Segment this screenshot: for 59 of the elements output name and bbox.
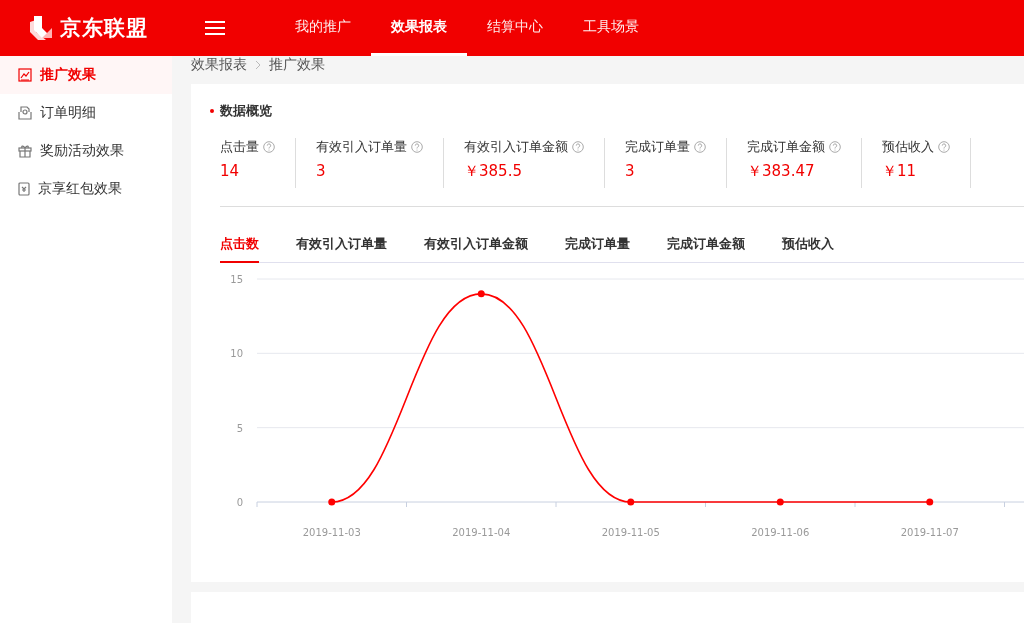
axis-label: 2019-11-04	[452, 527, 511, 538]
help-icon[interactable]	[829, 141, 841, 153]
logo-icon	[28, 14, 54, 42]
help-icon[interactable]	[938, 141, 950, 153]
document-icon	[18, 106, 32, 120]
breadcrumb-item[interactable]: 效果报表	[191, 56, 247, 74]
metric-value: ￥11	[882, 162, 918, 181]
axis-label: 2019-11-03	[302, 527, 361, 538]
nav-tab[interactable]: 工具场景	[563, 0, 659, 56]
help-icon[interactable]	[411, 141, 423, 153]
metric-value: ￥383.47	[747, 162, 816, 181]
axis-label: 0	[236, 497, 243, 508]
metric-label: 完成订单金额	[747, 138, 825, 156]
brand-name: 京东联盟	[60, 15, 148, 42]
bullet-icon	[210, 109, 214, 113]
metric-label: 点击量	[220, 138, 259, 156]
data-point	[477, 290, 485, 298]
chart-tab[interactable]: 点击数	[220, 235, 259, 263]
nav-tab[interactable]: 效果报表	[371, 0, 467, 56]
breadcrumb-item: 推广效果	[269, 56, 325, 74]
metric-label: 有效引入订单量	[316, 138, 407, 156]
metric-value: 3	[316, 162, 327, 180]
axis-label: 2019-11-05	[601, 527, 660, 538]
chevron-icon	[255, 60, 261, 70]
nav-tab[interactable]: 结算中心	[467, 0, 563, 56]
sidebar-label: 奖励活动效果	[40, 142, 124, 160]
sidebar-item[interactable]: 推广效果	[0, 56, 172, 94]
axis-label: 2019-11-07	[900, 527, 959, 538]
axis-label: 5	[236, 422, 243, 434]
chart-tab[interactable]: 完成订单量	[565, 235, 630, 263]
data-point	[926, 498, 934, 506]
gift-icon	[18, 144, 32, 158]
metric-label: 有效引入订单金额	[464, 138, 568, 156]
chart-tab[interactable]: 有效引入订单金额	[424, 235, 528, 263]
data-point	[627, 498, 635, 506]
axis-label: 15	[230, 274, 243, 285]
metric-value: 14	[220, 162, 241, 180]
data-point	[328, 498, 336, 506]
chart-tab[interactable]: 完成订单金额	[667, 235, 745, 263]
sidebar-label: 京享红包效果	[38, 180, 122, 198]
chart-icon	[18, 68, 32, 82]
help-icon[interactable]	[694, 141, 706, 153]
axis-label: 2019-11-06	[751, 527, 810, 538]
axis-label: 10	[230, 348, 243, 360]
nav-tab[interactable]: 我的推广	[275, 0, 371, 56]
help-icon[interactable]	[572, 141, 584, 153]
sidebar-label: 订单明细	[40, 104, 96, 122]
envelope-icon	[18, 182, 30, 196]
help-icon[interactable]	[263, 141, 275, 153]
sidebar-label: 推广效果	[40, 66, 96, 84]
metric-value: ￥385.5	[464, 162, 523, 181]
metric-label: 预估收入	[882, 138, 934, 156]
chart-tab[interactable]: 有效引入订单量	[296, 235, 387, 263]
metric-label: 完成订单量	[625, 138, 690, 156]
chart-tab[interactable]: 预估收入	[782, 235, 834, 263]
menu-icon[interactable]	[205, 20, 225, 36]
metric-value: 3	[625, 162, 636, 180]
section-title: 数据概览	[220, 102, 272, 120]
data-point	[776, 498, 784, 506]
